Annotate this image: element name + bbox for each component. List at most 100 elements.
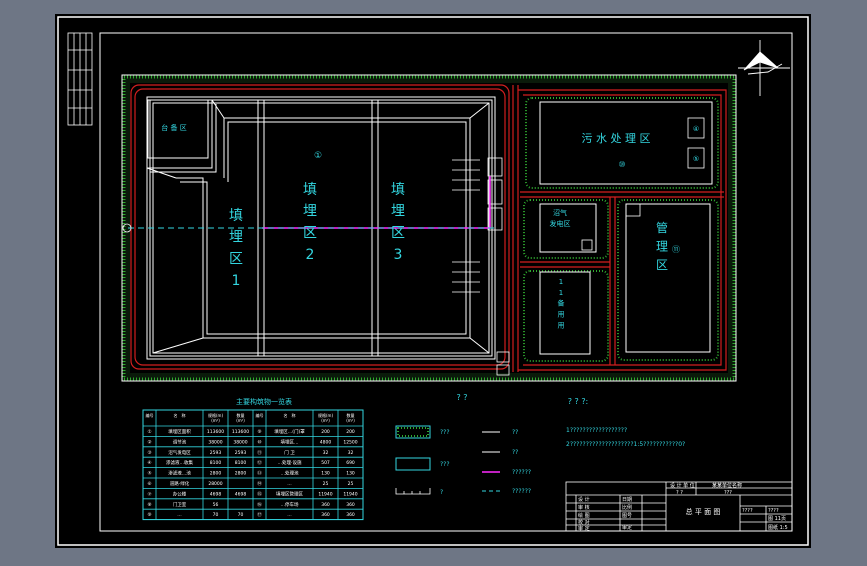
label-line: 用 (558, 321, 565, 329)
tb-drawing-name: 总 平 面 图 (686, 507, 721, 516)
label-line: 用 (558, 311, 565, 319)
table-cell: 70 (213, 512, 219, 518)
notes-line-1: 1?????????????????? (566, 427, 627, 434)
table-cell: 填埋区面积 (168, 428, 191, 435)
table-cell: 4800 (320, 439, 332, 445)
table-cell: 渗滤液…收集 (166, 459, 193, 466)
table-cell: 12500 (343, 439, 357, 445)
table-cell: ⑬ (257, 470, 262, 477)
legend-title: ? ? (456, 393, 467, 402)
table-cell: 200 (346, 429, 355, 435)
top-left-label: 台 备 区 (161, 123, 186, 132)
right-num-5: ⑤ (693, 155, 699, 163)
tb-r2b: ??? (724, 490, 732, 496)
label-line: 填 (303, 182, 317, 198)
table-cell: 360 (346, 502, 355, 508)
table-cell: 56 (213, 502, 219, 508)
table-cell: 200 (321, 429, 330, 435)
table-cell: … (287, 513, 292, 518)
table-cell: 360 (346, 512, 355, 518)
table-cell: 38000 (233, 439, 247, 445)
table-cell: 道路·绿化 (170, 480, 190, 487)
tb-row-2: 审 核 (578, 504, 590, 511)
table-cell: ⑭ (257, 480, 262, 487)
label-line: 管 (656, 220, 668, 235)
table-cell: 32 (323, 450, 329, 456)
table-cell: ⑤ (147, 471, 151, 477)
management-num: ⑪ (672, 245, 680, 254)
table-cell: ⑩ (257, 439, 261, 445)
legend-label-7: ?????? (512, 488, 531, 495)
table-cell: 360 (321, 502, 330, 508)
label-line: 1 (559, 278, 563, 286)
label-line: 埋 (303, 204, 317, 220)
label-line: 埋 (229, 230, 243, 246)
legend-label-2: ??? (440, 461, 450, 468)
legend-label-6: ?????? (512, 469, 531, 476)
table-cell: … (287, 482, 292, 487)
tb-row-1: 设 计 (578, 496, 590, 503)
table-cell: ⑥ (147, 481, 151, 487)
legend-label-4: ?? (512, 429, 518, 436)
table-cell: ⑨ (257, 429, 261, 435)
tb-right-1: ???? (742, 508, 753, 514)
table-cell: 70 (238, 512, 244, 518)
tb-row-4: 校 对 (578, 519, 590, 526)
table-header-cell: 名 称 (174, 412, 186, 418)
table-cell: 2800 (210, 471, 222, 477)
table-cell: 28000 (208, 481, 222, 487)
table-cell: 渗滤液…池 (168, 470, 191, 477)
label-line: 区 (303, 225, 317, 241)
table-cell: … (177, 513, 182, 518)
table-header-cell: 名 称 (284, 412, 296, 418)
table-cell: 8100 (210, 460, 222, 466)
table-cell: ⑫ (257, 459, 262, 466)
table-cell: 11940 (343, 491, 357, 497)
table-cell: 38000 (208, 439, 222, 445)
label-line: 区 (229, 251, 243, 267)
table-cell: 沼气发电区 (168, 449, 191, 456)
table-cell: 690 (346, 460, 355, 466)
sewage-num: ⑩ (618, 160, 625, 169)
table-cell: 调节池 (173, 438, 187, 445)
label-line: 1 (559, 289, 563, 297)
table-cell: 填埋区管理区 (276, 490, 303, 497)
table-header-cell: 编号 (256, 412, 264, 418)
table-cell: 360 (321, 512, 330, 518)
label-line: 发电区 (550, 219, 571, 228)
table-cell: 11940 (318, 491, 332, 497)
tb-mid-3: 图号 (622, 513, 632, 519)
label-line: 埋 (391, 204, 405, 220)
table-cell: ③ (147, 450, 151, 456)
table-cell: 填埋区… (281, 438, 299, 445)
legend-label-5: ?? (512, 449, 518, 456)
table-cell: 32 (348, 450, 354, 456)
tb-right-4: 图纸 1:5 (768, 524, 788, 531)
table-cell: 8100 (235, 460, 247, 466)
table-cell: 25 (323, 481, 329, 487)
table-cell: 门 卫 (284, 449, 295, 456)
sewage-label: 污 水 处 理 区 (582, 132, 651, 145)
table-cell: 4698 (235, 491, 247, 497)
tb-mid-4: 审定 (622, 524, 632, 531)
legend-label-3: ? (440, 489, 443, 496)
tb-row-3: 绘 图 (578, 512, 590, 519)
table-cell: 填埋区…(门)罩 (274, 428, 305, 435)
table-cell: 130 (321, 471, 330, 477)
table-cell: …处理池 (281, 470, 299, 477)
table-cell: 25 (348, 481, 354, 487)
table-header-cell: 数量(m²) (236, 412, 245, 423)
table-header-cell: 编号 (146, 412, 154, 418)
label-line: 2 (306, 247, 315, 263)
legend-label-1: ??? (440, 429, 450, 436)
label-line: 填 (391, 182, 405, 198)
table-cell: 门卫室 (173, 501, 187, 508)
table-cell: 130 (346, 471, 355, 477)
table-cell: 2593 (210, 450, 222, 456)
tb-r1b: 某某单位名称 (712, 482, 742, 489)
table-cell: …停车场 (281, 501, 299, 508)
cad-viewport: 填埋区 1 填埋区 2 填埋区 3 ① 污 水 处 理 区 ⑩ 管理区 ⑪ 台 备 区… (0, 0, 867, 562)
table-cell: 2800 (235, 471, 247, 477)
table-cell: ⑪ (257, 449, 262, 456)
notes-title: ? ? ?: (568, 397, 589, 406)
